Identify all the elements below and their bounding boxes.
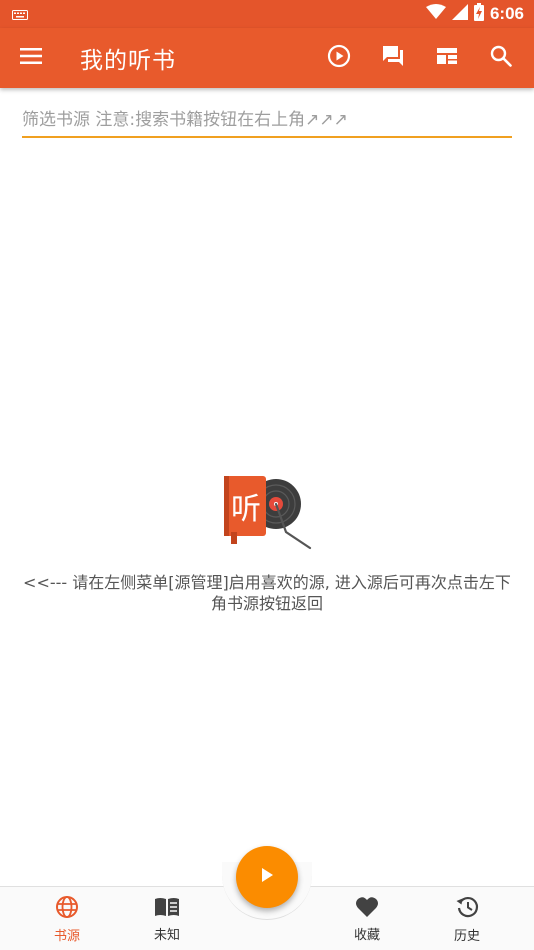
signal-icon (451, 4, 468, 24)
heart-icon (355, 896, 379, 922)
nav-label: 收藏 (353, 927, 380, 943)
play-icon (260, 867, 274, 887)
dashboard-button[interactable] (420, 28, 474, 88)
history-icon (455, 895, 479, 923)
wifi-icon (425, 4, 446, 24)
nav-label: 未知 (153, 927, 180, 943)
menu-icon (20, 47, 42, 69)
status-bar: 6:06 (0, 0, 534, 28)
filter-field (22, 104, 512, 138)
chat-button[interactable] (366, 28, 420, 88)
nav-item-favorites[interactable]: 收藏 (317, 887, 417, 950)
chat-icon (381, 44, 405, 72)
app-logo: 听 (224, 476, 312, 550)
play-fab-button[interactable] (236, 846, 298, 908)
nav-label: 历史 (453, 928, 480, 944)
dashboard-icon (436, 46, 458, 70)
nav-label: 书源 (53, 928, 80, 944)
logo-text: 听 (231, 492, 261, 527)
app-bar: 我的听书 (0, 28, 534, 88)
battery-charging-icon (473, 3, 484, 25)
keyboard-icon (12, 5, 28, 24)
globe-icon (55, 895, 79, 923)
page-title: 我的听书 (80, 48, 176, 74)
nav-item-history[interactable]: 历史 (417, 887, 517, 950)
menu-button[interactable] (0, 28, 62, 88)
play-button[interactable] (312, 28, 366, 88)
play-circle-icon (327, 44, 351, 72)
book-open-icon (154, 896, 180, 922)
status-time: 6:06 (489, 4, 524, 23)
filter-input[interactable] (22, 110, 512, 130)
nav-item-sources[interactable]: 书源 (17, 887, 117, 950)
nav-item-unknown[interactable]: 未知 (117, 887, 217, 950)
empty-state: 听 <<--- 请在左侧菜单[源管理]启用喜欢的源, 进入源后可再次点击左下角书… (0, 470, 534, 614)
search-button[interactable] (474, 28, 528, 88)
empty-message: <<--- 请在左侧菜单[源管理]启用喜欢的源, 进入源后可再次点击左下角书源按… (23, 573, 511, 613)
search-icon (490, 45, 512, 71)
